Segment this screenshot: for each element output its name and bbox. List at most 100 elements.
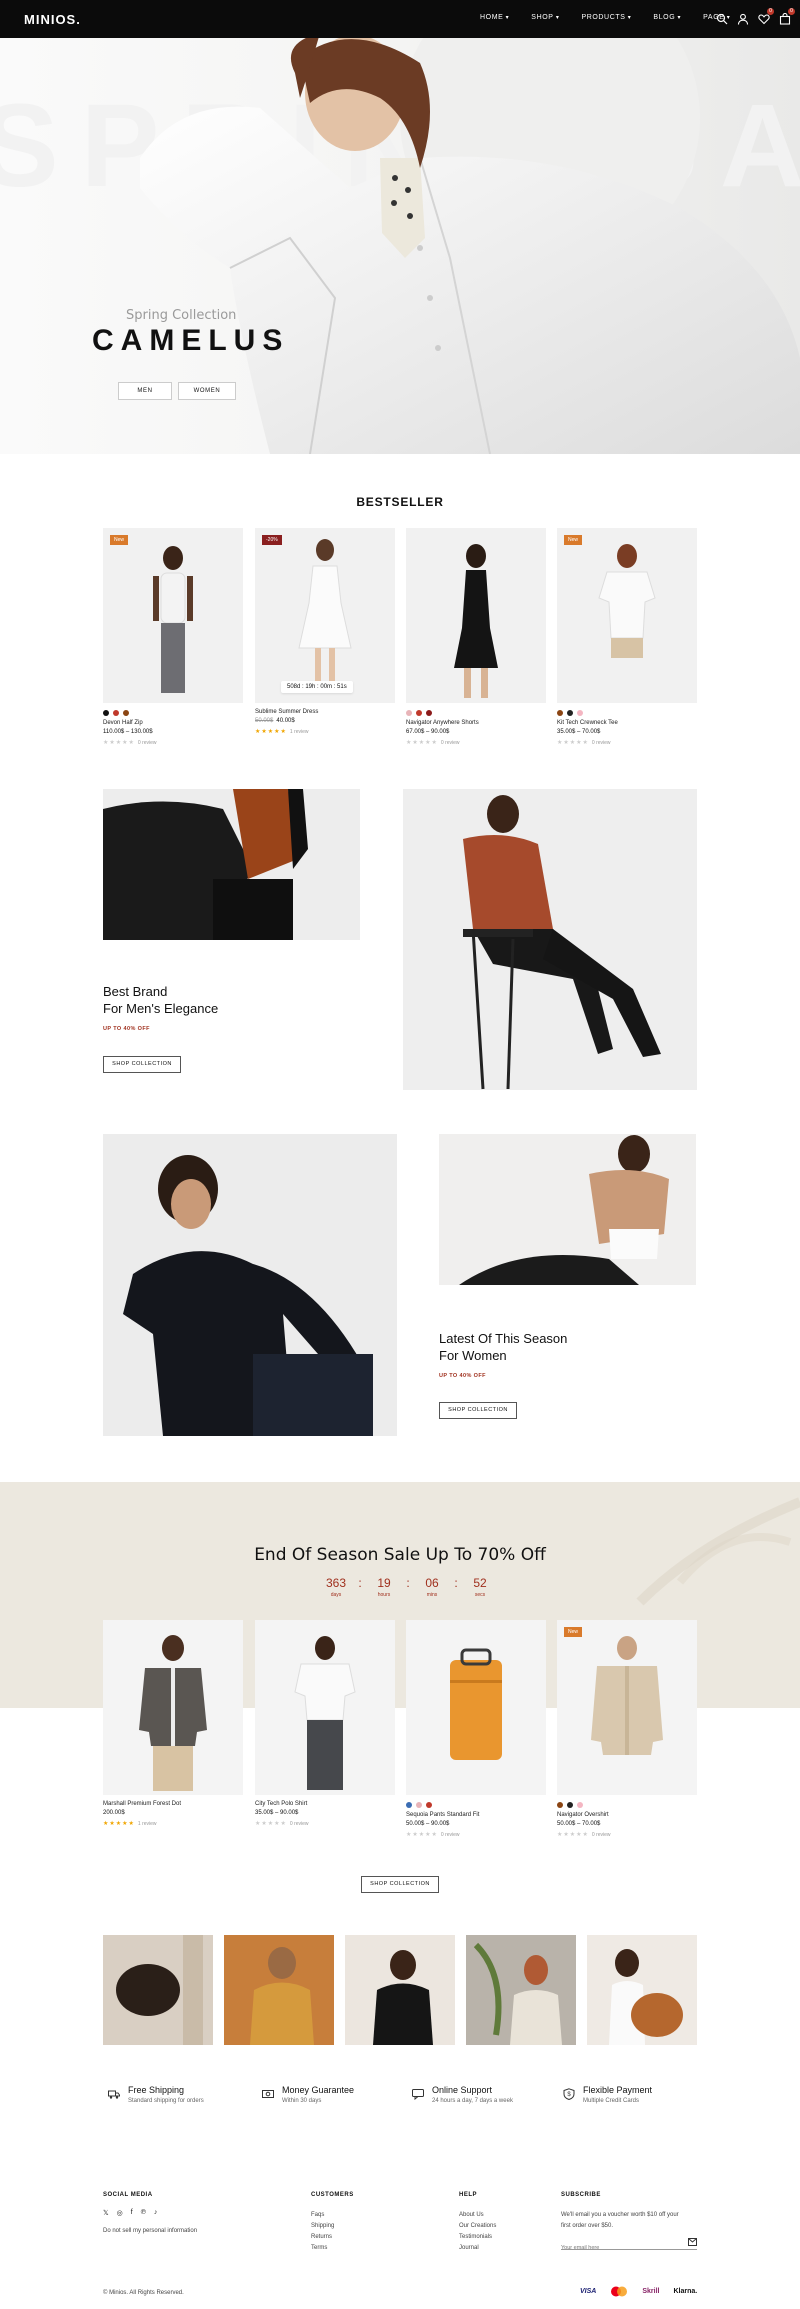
women-banner-image-small[interactable]: [439, 1134, 696, 1285]
product-name[interactable]: City Tech Polo Shirt: [255, 1801, 395, 1807]
gallery-image-hat[interactable]: [103, 1935, 213, 2045]
mins-label: mins: [426, 1592, 438, 1598]
women-banner-image-large[interactable]: [103, 1134, 397, 1436]
product-name[interactable]: Sequoia Pants Standard Fit: [406, 1812, 546, 1818]
main-nav: HOME SHOP PRODUCTS BLOG PAGE: [480, 14, 730, 21]
heart-icon[interactable]: 0: [758, 8, 774, 25]
product-image[interactable]: New: [103, 528, 243, 703]
product-image[interactable]: New: [557, 528, 697, 703]
product-card[interactable]: Sequoia Pants Standard Fit 50.00$ – 90.0…: [406, 1620, 546, 1838]
product-card[interactable]: New Devon Half Zip 110.00$ – 130.00$ ★★★…: [103, 528, 243, 746]
product-card[interactable]: Navigator Anywhere Shorts 67.00$ – 90.00…: [406, 528, 546, 746]
facebook-icon[interactable]: f: [131, 2209, 133, 2217]
footer-link-shipping[interactable]: Shipping: [311, 2221, 334, 2232]
product-image[interactable]: [103, 1620, 243, 1795]
product-image[interactable]: -20% 508d : 19h : 00m : 51s: [255, 528, 395, 703]
review-count: 0 review: [591, 740, 611, 746]
product-price: 50.00$ 40.00$: [255, 718, 395, 724]
product-name[interactable]: Kit Tech Crewneck Tee: [557, 720, 697, 726]
user-icon[interactable]: [737, 12, 749, 25]
product-image[interactable]: New: [557, 1620, 697, 1795]
pinterest-icon[interactable]: ℗: [141, 2209, 146, 2217]
swatch-pink[interactable]: [577, 1802, 583, 1808]
site-logo[interactable]: MINIOS.: [24, 12, 81, 27]
search-icon[interactable]: [716, 12, 728, 25]
swatch-red[interactable]: [426, 1802, 432, 1808]
payment-methods: VISA Skrill Klarna.: [580, 2286, 697, 2297]
men-shop-collection-button[interactable]: SHOP COLLECTION: [103, 1056, 181, 1073]
feature-subtitle: 24 hours a day, 7 days a week: [432, 2098, 513, 2104]
discount-tag: -20%: [262, 535, 282, 545]
cart-icon[interactable]: 0: [779, 8, 795, 25]
product-card[interactable]: Marshall Premium Forest Dot 200.00$ ★★★★…: [103, 1620, 243, 1827]
rating-stars: ★★★★★ 1 review: [103, 1821, 157, 1827]
women-shop-collection-button[interactable]: SHOP COLLECTION: [439, 1402, 517, 1419]
swatch-brown[interactable]: [557, 710, 563, 716]
review-count: 0 review: [591, 1832, 611, 1838]
product-card[interactable]: New Navigator Overshirt 50.00$ – 70.00$ …: [557, 1620, 697, 1838]
footer-link-returns[interactable]: Returns: [311, 2232, 334, 2243]
footer-link-creations[interactable]: Our Creations: [459, 2221, 496, 2232]
product-image[interactable]: [406, 1620, 546, 1795]
swatch-red[interactable]: [416, 710, 422, 716]
product-name[interactable]: Devon Half Zip: [103, 720, 243, 726]
nav-blog[interactable]: BLOG: [653, 14, 681, 21]
swatch-pink[interactable]: [406, 710, 412, 716]
product-name[interactable]: Navigator Overshirt: [557, 1812, 697, 1818]
swatch-pink[interactable]: [416, 1802, 422, 1808]
feature-subtitle: Standard shipping for orders: [128, 2098, 204, 2104]
sale-price: 40.00$: [276, 718, 295, 724]
men-button[interactable]: MEN: [118, 382, 172, 400]
gallery-image-palm[interactable]: [466, 1935, 576, 2045]
nav-shop[interactable]: SHOP: [531, 14, 559, 21]
product-name[interactable]: Marshall Premium Forest Dot: [103, 1801, 243, 1807]
footer-link-faqs[interactable]: Faqs: [311, 2210, 334, 2221]
product-card[interactable]: New Kit Tech Crewneck Tee 35.00$ – 70.00…: [557, 528, 697, 746]
product-card[interactable]: -20% 508d : 19h : 00m : 51s Sublime Summ…: [255, 528, 395, 735]
product-photo: [450, 1648, 502, 1760]
mail-icon[interactable]: [688, 2238, 697, 2246]
swatch-brown[interactable]: [123, 710, 129, 716]
mastercard-icon: [611, 2286, 628, 2297]
product-name[interactable]: Navigator Anywhere Shorts: [406, 720, 546, 726]
product-card[interactable]: City Tech Polo Shirt 35.00$ – 90.00$ ★★★…: [255, 1620, 395, 1827]
instagram-icon[interactable]: ◎: [117, 2209, 123, 2217]
swatch-brown[interactable]: [557, 1802, 563, 1808]
product-image[interactable]: [406, 528, 546, 703]
feature-subtitle: Multiple Credit Cards: [583, 2098, 640, 2104]
swatch-maroon[interactable]: [426, 710, 432, 716]
swatch-black[interactable]: [567, 1802, 573, 1808]
footer-link-journal[interactable]: Journal: [459, 2243, 496, 2254]
nav-products[interactable]: PRODUCTS: [581, 14, 631, 21]
women-button[interactable]: WOMEN: [178, 382, 236, 400]
support-icon: [412, 2089, 424, 2100]
footer-subscribe-heading: SUBSCRIBE: [561, 2192, 601, 2198]
men-banner-image-large[interactable]: [403, 789, 697, 1090]
hours-label: hours: [377, 1592, 391, 1598]
swatch-blue[interactable]: [406, 1802, 412, 1808]
gallery-image-blazer[interactable]: [345, 1935, 455, 2045]
swatch-pink[interactable]: [577, 710, 583, 716]
product-image[interactable]: [255, 1620, 395, 1795]
privacy-link[interactable]: Do not sell my personal information: [103, 2226, 197, 2237]
tiktok-icon[interactable]: ♪: [154, 2209, 158, 2217]
feature-online-support: Online Support 24 hours a day, 7 days a w…: [412, 2085, 513, 2104]
men-banner-image-small[interactable]: [103, 789, 360, 940]
email-input[interactable]: [561, 2242, 676, 2254]
nav-home[interactable]: HOME: [480, 14, 509, 21]
color-swatches: [406, 710, 546, 716]
gallery-image-bag[interactable]: [587, 1935, 697, 2045]
product-price: 50.00$ – 90.00$: [406, 1821, 450, 1827]
gallery-image-mustard[interactable]: [224, 1935, 334, 2045]
footer-link-about[interactable]: About Us: [459, 2210, 496, 2221]
swatch-red[interactable]: [113, 710, 119, 716]
footer-link-testimonials[interactable]: Testimonials: [459, 2232, 496, 2243]
swatch-black[interactable]: [567, 710, 573, 716]
x-icon[interactable]: 𝕏: [103, 2209, 109, 2217]
sale-shop-collection-button[interactable]: SHOP COLLECTION: [361, 1876, 439, 1893]
swatch-black[interactable]: [103, 710, 109, 716]
product-name[interactable]: Sublime Summer Dress: [255, 709, 395, 715]
color-swatches: [557, 710, 697, 716]
footer-link-terms[interactable]: Terms: [311, 2243, 334, 2254]
secs-label: secs: [474, 1592, 486, 1598]
